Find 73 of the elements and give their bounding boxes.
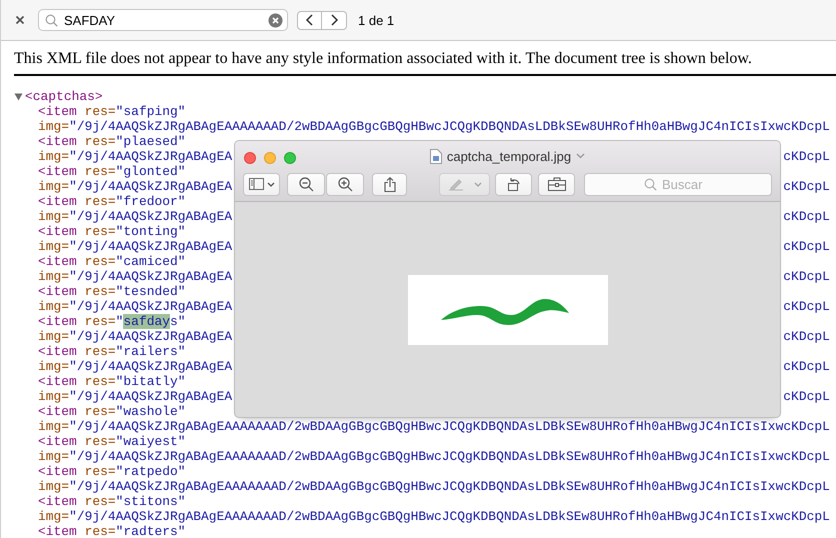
xml-tag: <captchas> <box>25 89 103 104</box>
previous-button[interactable] <box>297 10 322 30</box>
xml-line-fragment: cKDcpL <box>783 149 830 164</box>
chevron-right-icon <box>330 14 338 26</box>
xml-line: img="/9j/4AAQSkZJRgABAgEAAAAAAAD/2wBDAAgGBgcGBQgHBwcJCQgKDBQNDAsLDBkSEw8UHRofHh0aHBwgJC4nICIsIxwcKDcpL <box>38 509 830 524</box>
xml-line-fragment: cKDcpL <box>783 269 830 284</box>
xml-notice: This XML file does not appear to have any style information associated with it. The document tree is shown below. <box>14 50 753 68</box>
clear-icon[interactable] <box>268 12 283 28</box>
xml-line: <item res="railers" <box>38 344 186 359</box>
xml-line: <item res="washole" <box>38 404 186 419</box>
xml-line: <item res="bitatly" <box>38 374 186 389</box>
zoom-out-icon <box>298 176 314 192</box>
xml-line: <item res="waiyest" <box>38 434 186 449</box>
rotate-icon <box>506 176 522 192</box>
xml-line: <item res="safping" <box>38 104 186 119</box>
sidebar-button[interactable] <box>243 172 280 196</box>
find-input[interactable]: SAFDAY <box>58 12 268 28</box>
search-field[interactable]: Buscar <box>584 172 772 196</box>
xml-line-fragment: cKDcpL <box>783 389 830 404</box>
share-icon <box>384 176 396 192</box>
xml-line-fragment: cKDcpL <box>783 329 830 344</box>
xml-line: <item res="tesnded" <box>38 284 186 299</box>
xml-line-fragment: cKDcpL <box>783 359 830 374</box>
share-button[interactable] <box>372 172 407 196</box>
caret-icon <box>474 182 482 186</box>
rotate-button[interactable] <box>495 172 532 196</box>
chevron-left-icon <box>305 14 314 26</box>
close-icon[interactable] <box>13 13 27 27</box>
sidebar-icon <box>248 178 264 190</box>
xml-line: <item res="camiced" <box>38 254 186 269</box>
caret-icon <box>576 153 586 159</box>
document-icon <box>430 148 442 164</box>
xml-line-fragment: cKDcpL <box>783 209 830 224</box>
zoom-in-icon <box>338 176 352 192</box>
window-title: captcha_temporal.jpg <box>446 148 572 164</box>
zoom-in-button[interactable] <box>326 172 364 196</box>
xml-line: <item res="safdays" <box>38 314 186 329</box>
zoom-out-button[interactable] <box>287 172 325 196</box>
xml-line: img="/9j/4AAQSkZJRgABAgEA <box>38 299 232 314</box>
caret-icon <box>266 182 274 186</box>
xml-line: img="/9j/4AAQSkZJRgABAgEAAAAAAAD/2wBDAAgGBgcGBQgHBwcJCQgKDBQNDAsLDBkSEw8UHRofHh0aHBwgJC4nICIsIxwcKDcpL <box>38 119 830 134</box>
search-icon <box>644 178 657 190</box>
xml-line-fragment: cKDcpL <box>783 179 830 194</box>
xml-line: img="/9j/4AAQSkZJRgABAgEA <box>38 359 232 374</box>
xml-line: <item res="fredoor" <box>38 194 186 209</box>
search-input[interactable]: Buscar <box>662 176 712 192</box>
pen-icon <box>448 178 464 190</box>
xml-line-fragment: cKDcpL <box>783 299 830 314</box>
xml-line: <item res="ratpedo" <box>38 464 186 479</box>
toolbox-button[interactable] <box>538 172 575 196</box>
xml-line: img="/9j/4AAQSkZJRgABAgEAAAAAAAD/2wBDAAgGBgcGBQgHBwcJCQgKDBQNDAsLDBkSEw8UHRofHh0aHBwgJC4nICIsIxwcKDcpL <box>38 449 830 464</box>
xml-line: <item res="radters" <box>38 524 186 538</box>
toolbox-icon <box>548 177 566 191</box>
xml-line: img="/9j/4AAQSkZJRgABAgEA <box>38 179 232 194</box>
xml-line: img="/9j/4AAQSkZJRgABAgEA <box>38 329 232 344</box>
xml-line: img="/9j/4AAQSkZJRgABAgEA <box>38 269 232 284</box>
xml-line: img="/9j/4AAQSkZJRgABAgEAAAAAAAD/2wBDAAgGBgcGBQgHBwcJCQgKDBQNDAsLDBkSEw8UHRofHh0aHBwgJC4nICIsIxwcKDcpL <box>38 479 830 494</box>
find-field[interactable]: SAFDAY <box>38 9 288 31</box>
close-window-button[interactable] <box>244 152 256 164</box>
xml-line: <item res="stitons" <box>38 494 186 509</box>
xml-line: img="/9j/4AAQSkZJRgABAgEA <box>38 389 232 404</box>
xml-line: <item res="glonted" <box>38 164 186 179</box>
search-icon <box>45 14 58 26</box>
xml-line: img="/9j/4AAQSkZJRgABAgEA <box>38 239 232 254</box>
next-button[interactable] <box>322 10 347 30</box>
xml-line: <item res="tonting" <box>38 224 186 239</box>
xml-line-fragment: cKDcpL <box>783 239 830 254</box>
expand-triangle-icon[interactable] <box>14 92 23 101</box>
xml-line: <item res="plaesed" <box>38 134 186 149</box>
xml-line: img="/9j/4AAQSkZJRgABAgEA <box>38 149 232 164</box>
xml-line: img="/9j/4AAQSkZJRgABAgEAAAAAAAD/2wBDAAgGBgcGBQgHBwcJCQgKDBQNDAsLDBkSEw8UHRofHh0aHBwgJC4nICIsIxwcKDcpL <box>38 419 830 434</box>
match-count: 1 de 1 <box>358 12 394 28</box>
xml-line: img="/9j/4AAQSkZJRgABAgEA <box>38 209 232 224</box>
